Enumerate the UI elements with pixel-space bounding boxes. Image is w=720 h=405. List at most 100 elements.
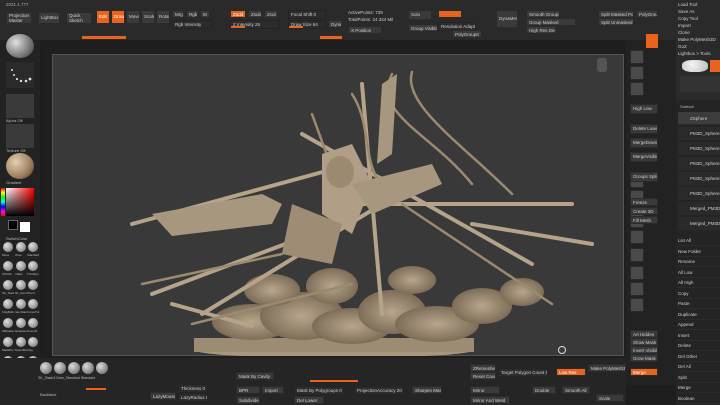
model-sculpture[interactable] [52,54,624,356]
make-polymesh-button[interactable]: Make PolyMesh3D [678,37,720,44]
lazy-radius-slider[interactable]: LazyRadius 8 [178,393,208,402]
double-button[interactable]: Double [532,386,556,394]
mask-by-cavity-button[interactable]: Mask By Cavity [236,372,274,380]
brush-item[interactable]: SK_Slash [2,280,14,298]
stroke-dots-icon[interactable] [6,62,34,88]
color-hue-strip[interactable] [1,188,5,216]
preset-dots-sphere-icon[interactable] [40,362,52,374]
rgb-intensity-slider[interactable]: Rgb Intensity [172,20,212,29]
merge-visible-button[interactable]: MergeVisible [630,152,658,162]
mirror-weld-button[interactable]: Mirror And Weld [470,396,510,404]
zsub-button[interactable]: Zsub [248,10,262,18]
view-control-icon[interactable] [630,66,644,80]
high-low-button[interactable]: High Low [630,104,658,114]
preset-alpha-sphere-icon[interactable] [68,362,80,374]
zadd-button[interactable]: Zadd [230,10,246,18]
scale-mode-button[interactable]: Scale [141,10,155,24]
polygroup-masked-button[interactable]: PolyGroup Masked [636,10,658,18]
brush-item[interactable]: ZModeler [2,318,14,336]
brush-item[interactable]: Move [2,242,14,260]
brush-sphere-icon[interactable] [6,34,34,58]
preset-extra-sphere-icon[interactable] [96,362,108,374]
x-position-button[interactable]: X Position [348,26,382,34]
lightbox-button[interactable]: LightBox [38,12,60,24]
subtool-menu-item[interactable]: List All [678,236,720,246]
rotate-mode-button[interactable]: Rotate [156,10,170,24]
subtool-menu-item[interactable]: Duplicate [678,310,720,320]
move-mode-button[interactable]: Move [126,10,140,24]
subtool-item[interactable]: PM3D_Sphere3D_3 [678,172,720,185]
subtool-menu-item[interactable]: Del Other [678,352,720,362]
projection-master-button[interactable]: Projection Master [6,12,32,24]
delete-lower-button[interactable]: Delete Lower [630,124,658,134]
lightbox-tools-button[interactable]: Lightbox > Tools [678,51,720,58]
brush-item[interactable]: Smooth [27,318,39,336]
subtool-menu-item[interactable]: Split [678,373,720,383]
brush-item[interactable]: Pinch [27,280,39,298]
dynamesh-orange-button[interactable] [438,10,462,18]
switch-color-label[interactable]: SwitchColor [6,236,27,241]
import-button[interactable]: Import [678,23,720,30]
subtool-menu-item[interactable]: Paste [678,299,720,309]
brush-item[interactable]: Move [15,242,27,260]
view-control-icon[interactable] [630,230,644,244]
dynamesh-button[interactable]: DynaMesh [496,10,518,28]
subtool-menu-item[interactable]: Merge [678,383,720,393]
subdivide-button[interactable]: Subdivide [236,396,260,404]
material-sphere-icon[interactable] [6,153,34,179]
secondary-color-swatch[interactable] [20,222,30,232]
view-control-icon[interactable] [630,82,644,96]
draw-size-slider[interactable]: Draw Size 64 [288,20,326,29]
subtool-item[interactable]: PM3D_Sphere3D_1 [678,142,720,155]
split-masked-button[interactable]: Split Masked Points [598,10,634,18]
group-visible-button[interactable]: Group Visible [408,24,438,32]
refresh-icon[interactable] [558,346,566,354]
subtool-menu-item[interactable]: All High [678,278,720,288]
viewport[interactable] [44,44,624,356]
split-unmasked-button[interactable]: Split Unmasked Points [598,18,634,26]
clone-button[interactable]: Clone [678,30,720,37]
mrgb-button[interactable]: Mrgb [172,10,184,18]
subtool-item[interactable]: ZSphere [678,112,720,125]
subtool-menu-item[interactable]: Del All [678,362,720,372]
rgb-button[interactable]: Rgb [186,10,198,18]
import-bottom-button[interactable]: Import [262,386,284,394]
z-intensity-slider[interactable]: Z Intensity 25 [230,20,280,29]
dynamic-button[interactable]: Dynamic [328,20,342,28]
projection-accuracy-slider[interactable]: ProjectionAccuracy 20 [354,386,404,395]
brush-item[interactable]: SK_Gem [15,280,27,298]
m-button[interactable]: M [200,10,210,18]
subtool-menu-item[interactable]: Delete [678,341,720,351]
quick-sketch-button[interactable]: Quick Sketch [66,12,92,24]
invert-visibility-button[interactable]: Invert Visibility [630,346,658,354]
subtool-item[interactable]: PM3D_Sphere3D_4 [678,187,720,200]
texture-icon[interactable] [6,124,34,148]
brush-item[interactable]: Inflate [15,261,27,279]
subtool-menu-item[interactable]: All Low [678,268,720,278]
view-control-icon[interactable] [630,266,644,280]
low-res-button[interactable]: Low Res [556,368,586,376]
groups-split-button[interactable]: Groups Split [630,172,658,182]
brush-item[interactable]: hPolish [2,261,14,279]
del-lower-bottom-button[interactable]: Del Lower [294,396,324,404]
preset-gray-sphere-icon[interactable] [54,362,66,374]
merge-down-button[interactable]: MergeDown [630,138,658,148]
brush-item[interactable]: Standard [27,242,39,260]
group-masked-button[interactable]: Group Masked [526,18,576,26]
edit-mode-button[interactable]: Edit [96,10,110,24]
focal-shift-slider[interactable]: Focal Shift 0 [288,10,326,19]
brush-item[interactable]: SelectRect [15,337,27,355]
create-3d-button[interactable]: Create 3D [630,207,658,215]
fill-mesh-button[interactable]: Fill Mesh [630,216,658,224]
primary-color-swatch[interactable] [8,220,18,230]
brush-item[interactable]: MaskPen [2,337,14,355]
smooth-all-button[interactable]: Smooth All [562,386,590,394]
goz-button[interactable]: GoZ [678,44,720,51]
brush-item[interactable]: ClayBuildup [2,299,14,317]
zcut-button[interactable]: Zcut [264,10,278,18]
tool-thumbnail-icon[interactable] [682,60,708,72]
make-polymesh-bottom-button[interactable]: Make PolyMesh3D [588,364,626,372]
brush-item[interactable]: TrimDynamic [27,261,39,279]
art-hidden-button[interactable]: Art Hidden [630,330,658,338]
solo-button[interactable]: Solo [408,10,432,20]
